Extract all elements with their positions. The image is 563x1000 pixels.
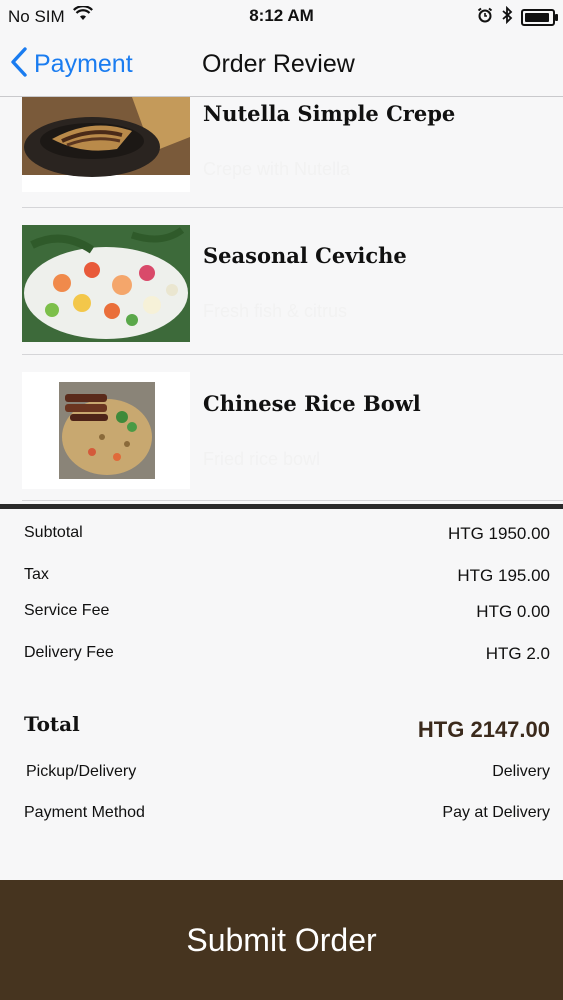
subtotal-value: HTG 1950.00 [447, 524, 550, 543]
item-name: Chinese Rice Bowl [203, 391, 421, 416]
pickup-delivery-value: Delivery [492, 763, 550, 780]
total-value: HTG 2147.00 [417, 717, 550, 742]
crepe-image [22, 97, 190, 192]
tax-value: HTG 195.00 [457, 566, 550, 585]
chevron-left-icon [10, 46, 28, 83]
item-name: Nutella Simple Crepe [203, 101, 456, 126]
subtotal-label: Subtotal [24, 524, 83, 541]
service-fee-value: HTG 0.00 [476, 602, 550, 621]
back-label: Payment [34, 50, 133, 78]
item-name: Seasonal Ceviche [203, 243, 407, 268]
delivery-fee-label: Delivery Fee [24, 644, 114, 661]
delivery-fee-value: HTG 2.0 [485, 644, 550, 663]
payment-method-value: Pay at Delivery [442, 804, 550, 821]
back-button[interactable]: Payment [10, 46, 133, 83]
battery-icon [521, 9, 558, 26]
status-bar: No SIM 8:12 AM [0, 0, 563, 32]
separator [22, 500, 563, 501]
list-item[interactable]: Chinese Rice Bowl Fried rice bowl [0, 357, 563, 502]
separator [22, 207, 563, 208]
item-description: Crepe with Nutella [203, 159, 351, 179]
tax-label: Tax [24, 566, 49, 583]
section-divider [0, 504, 563, 509]
separator [22, 354, 563, 355]
service-fee-label: Service Fee [24, 602, 110, 619]
item-description: Fried rice bowl [203, 449, 321, 469]
submit-order-button[interactable]: Submit Order [0, 880, 563, 1000]
pickup-delivery-label: Pickup/Delivery [26, 763, 137, 780]
page-title: Order Review [202, 50, 355, 78]
payment-method-label: Payment Method [24, 804, 145, 821]
item-description: Fresh fish & citrus [203, 301, 348, 321]
navigation-bar: Payment Order Review [0, 32, 563, 97]
order-items-list[interactable]: Nutella Simple Crepe Crepe with Nutella [0, 97, 563, 502]
rice-bowl-image [22, 372, 190, 489]
list-item[interactable]: Seasonal Ceviche Fresh fish & citrus [0, 209, 563, 354]
bluetooth-icon [501, 5, 513, 29]
alarm-icon [477, 7, 493, 28]
ceviche-image [22, 225, 190, 342]
total-label: Total [24, 712, 80, 736]
list-item[interactable]: Nutella Simple Crepe Crepe with Nutella [0, 97, 563, 212]
